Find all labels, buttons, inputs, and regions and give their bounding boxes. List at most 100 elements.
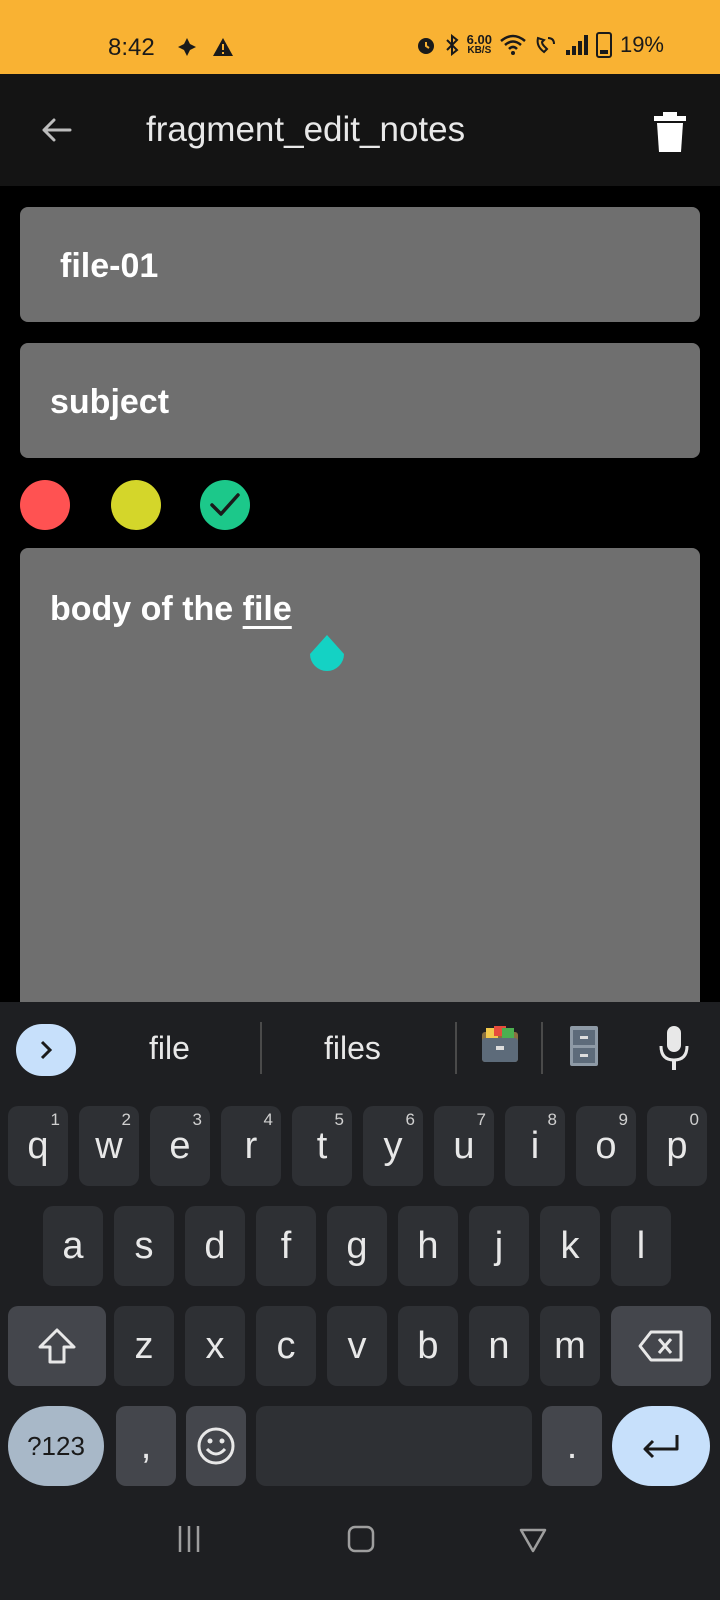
key-u[interactable]: 7u — [434, 1106, 494, 1186]
key-l[interactable]: l — [611, 1206, 671, 1286]
key-h[interactable]: h — [398, 1206, 458, 1286]
key-a[interactable]: a — [43, 1206, 103, 1286]
color-option-red[interactable] — [20, 480, 70, 530]
color-option-yellow[interactable] — [111, 480, 161, 530]
key-y[interactable]: 6y — [363, 1106, 423, 1186]
key-label: p — [666, 1124, 688, 1167]
key-g[interactable]: g — [327, 1206, 387, 1286]
expand-toolbar-button[interactable] — [16, 1024, 76, 1076]
body-text-composing-word: file — [242, 590, 292, 628]
key-o[interactable]: 9o — [576, 1106, 636, 1186]
key-label: y — [383, 1124, 403, 1167]
alarm-icon — [417, 38, 434, 54]
key-hint: 1 — [50, 1110, 60, 1129]
note-subject-value: subject — [50, 383, 170, 421]
body-text-prefix: body of the — [50, 590, 243, 628]
key-label: o — [595, 1124, 617, 1167]
emoji-key[interactable] — [186, 1406, 246, 1486]
text-cursor-handle[interactable] — [306, 634, 348, 676]
key-hint: 7 — [476, 1110, 486, 1129]
fan-icon — [178, 38, 196, 56]
toolbar-title: fragment_edit_notes — [146, 110, 466, 149]
back-triangle-icon[interactable] — [518, 1522, 548, 1556]
net-speed-unit: KB/S — [467, 45, 492, 56]
key-c[interactable]: c — [256, 1306, 316, 1386]
check-icon — [210, 493, 240, 516]
suggestion-2[interactable]: files — [324, 1030, 381, 1067]
app-toolbar: fragment_edit_notes — [0, 74, 720, 186]
key-v[interactable]: v — [327, 1306, 387, 1386]
home-icon[interactable] — [346, 1522, 376, 1556]
trash-icon[interactable] — [652, 110, 688, 154]
status-right-icons: 6.00 KB/S 19% — [415, 32, 664, 58]
key-r[interactable]: 4r — [221, 1106, 281, 1186]
suggestion-divider — [455, 1022, 457, 1074]
file-cabinet-emoji[interactable] — [562, 1024, 606, 1068]
key-z[interactable]: z — [114, 1306, 174, 1386]
key-hint: 9 — [618, 1110, 628, 1129]
recents-icon[interactable] — [176, 1522, 202, 1556]
key-hint: 4 — [263, 1110, 273, 1129]
bluetooth-icon — [445, 34, 459, 56]
color-option-green[interactable] — [200, 480, 250, 530]
backspace-icon — [638, 1330, 683, 1362]
net-speed: 6.00 KB/S — [466, 32, 492, 56]
key-label: e — [169, 1124, 191, 1167]
note-title-field[interactable]: file-01 — [20, 207, 700, 322]
space-key[interactable] — [256, 1406, 532, 1486]
enter-icon — [643, 1435, 679, 1459]
note-body-field[interactable]: body of the file — [20, 548, 700, 1008]
signal-icon — [565, 35, 588, 55]
wifi-icon — [500, 34, 526, 55]
key-w[interactable]: 2w — [79, 1106, 139, 1186]
key-label: q — [27, 1124, 49, 1167]
smiley-icon — [197, 1427, 235, 1465]
suggestion-bar: file files — [0, 1002, 720, 1094]
note-body-text: body of the file — [50, 590, 292, 629]
net-speed-value: 6.00 — [466, 32, 492, 47]
status-left-icons — [176, 36, 234, 58]
arrow-back-icon[interactable] — [34, 108, 78, 152]
chevron-right-icon — [40, 1040, 53, 1060]
key-f[interactable]: f — [256, 1206, 316, 1286]
key-p[interactable]: 0p — [647, 1106, 707, 1186]
key-d[interactable]: d — [185, 1206, 245, 1286]
key-q[interactable]: 1q — [8, 1106, 68, 1186]
key-hint: 8 — [547, 1110, 557, 1129]
key-t[interactable]: 5t — [292, 1106, 352, 1186]
key-i[interactable]: 8i — [505, 1106, 565, 1186]
key-label: t — [316, 1124, 328, 1167]
key-label: r — [244, 1124, 258, 1167]
key-b[interactable]: b — [398, 1306, 458, 1386]
key-x[interactable]: x — [185, 1306, 245, 1386]
wifi-call-icon — [536, 36, 555, 54]
period-key[interactable]: . — [542, 1406, 602, 1486]
key-k[interactable]: k — [540, 1206, 600, 1286]
key-hint: 0 — [689, 1110, 699, 1129]
note-title-value: file-01 — [60, 247, 159, 285]
backspace-key[interactable] — [611, 1306, 711, 1386]
card-file-box-emoji[interactable] — [478, 1024, 522, 1068]
key-n[interactable]: n — [469, 1306, 529, 1386]
battery-level: 19% — [619, 32, 664, 57]
symbols-key[interactable]: ?123 — [8, 1406, 104, 1486]
battery-icon — [595, 32, 612, 58]
suggestion-divider — [541, 1022, 543, 1074]
comma-key[interactable]: , — [116, 1406, 176, 1486]
key-s[interactable]: s — [114, 1206, 174, 1286]
key-hint: 5 — [334, 1110, 344, 1129]
key-e[interactable]: 3e — [150, 1106, 210, 1186]
shift-key[interactable] — [8, 1306, 106, 1386]
warning-icon — [213, 38, 233, 56]
mic-icon[interactable] — [656, 1022, 692, 1074]
key-m[interactable]: m — [540, 1306, 600, 1386]
key-label: i — [530, 1124, 540, 1167]
key-label: u — [453, 1124, 475, 1167]
suggestion-1[interactable]: file — [149, 1030, 190, 1067]
status-time: 8:42 — [108, 34, 155, 61]
note-subject-field[interactable]: subject — [20, 343, 700, 458]
key-j[interactable]: j — [469, 1206, 529, 1286]
enter-key[interactable] — [612, 1406, 710, 1486]
key-hint: 6 — [405, 1110, 415, 1129]
key-hint: 2 — [121, 1110, 131, 1129]
